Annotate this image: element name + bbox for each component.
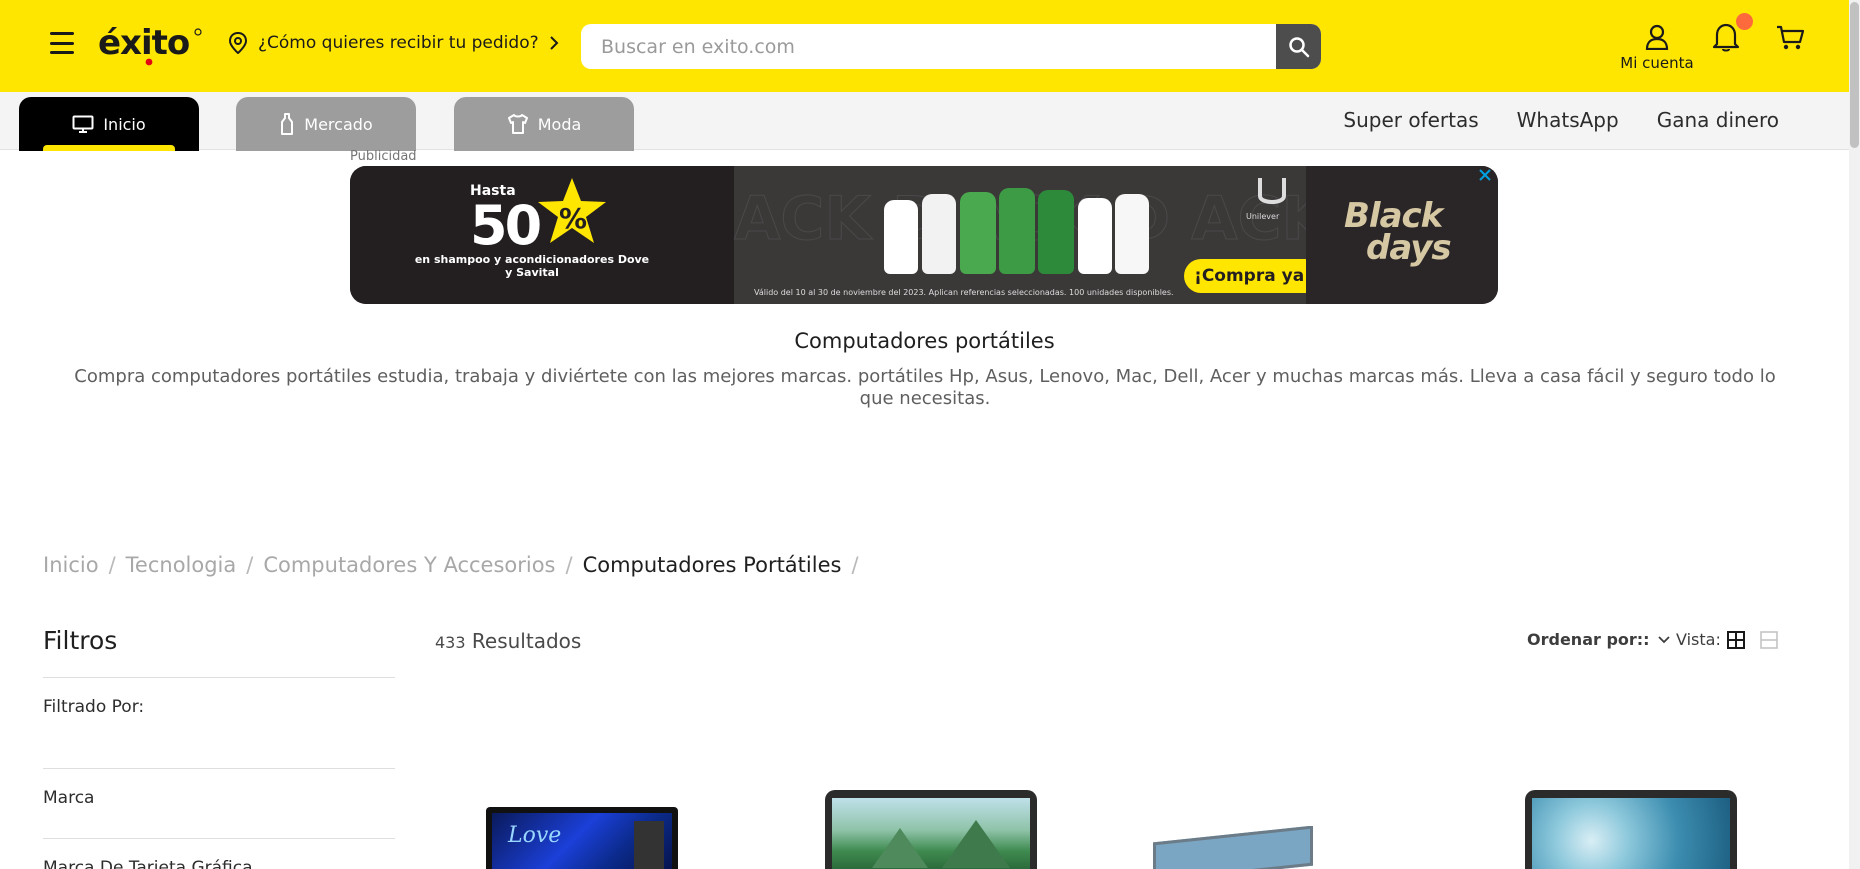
sort-dropdown[interactable]: Ordenar por::: [1527, 630, 1670, 649]
cart-icon[interactable]: [1776, 24, 1804, 52]
ad-campaign: Black days: [1344, 199, 1452, 265]
breadcrumb-separator: /: [108, 553, 116, 577]
laptop-screen: [1532, 798, 1730, 869]
product-card-image[interactable]: Love: [486, 807, 678, 869]
chevron-down-icon: [1657, 635, 1670, 643]
ad-campaign-line2: days: [1366, 228, 1452, 268]
ad-discount: 50: [470, 194, 542, 257]
laptop-screen: [832, 798, 1030, 869]
ad-left-panel: Hasta 50 % en shampoo y acondicionadores…: [350, 166, 734, 304]
filter-marca[interactable]: Marca: [43, 788, 94, 808]
bottle-icon: [281, 113, 294, 135]
ad-banner[interactable]: Hasta 50 % en shampoo y acondicionadores…: [350, 166, 1498, 304]
product-card-image[interactable]: [1153, 826, 1313, 869]
tab-mercado[interactable]: Mercado: [236, 97, 416, 151]
divider: [43, 768, 395, 769]
ad-cta-button[interactable]: ¡Compra ya!: [1184, 259, 1322, 293]
tab-moda[interactable]: Moda: [454, 97, 634, 151]
location-pin-icon: [228, 32, 248, 54]
page-title: Computadores portátiles: [794, 329, 1055, 353]
results-count: 433 Resultados: [435, 629, 581, 653]
ad-campaign-panel: Black days: [1306, 166, 1498, 304]
breadcrumb-separator: /: [246, 553, 254, 577]
logo-text: éxito: [98, 23, 189, 63]
close-icon[interactable]: [1478, 168, 1492, 182]
list-view-icon[interactable]: [1760, 631, 1778, 649]
ad-brand: Unilever: [1246, 212, 1280, 221]
monitor-icon: [72, 115, 94, 133]
category-nav: Inicio Mercado Moda Super ofertas WhatsA…: [0, 92, 1849, 151]
filtered-by-label: Filtrado Por:: [43, 697, 145, 717]
menu-icon[interactable]: [50, 32, 74, 54]
unilever-logo: [1258, 178, 1286, 204]
tab-inicio-label: Inicio: [103, 114, 146, 134]
results-number: 433: [435, 633, 466, 652]
ad-percent: %: [559, 202, 588, 235]
filters-title: Filtros: [43, 626, 118, 655]
search-icon: [1288, 36, 1309, 57]
link-gana-dinero[interactable]: Gana dinero: [1657, 108, 1779, 132]
tab-moda-label: Moda: [537, 114, 582, 134]
breadcrumb-item-inicio[interactable]: Inicio: [43, 553, 99, 577]
screen-artwork: Love: [508, 823, 562, 848]
link-whatsapp[interactable]: WhatsApp: [1517, 108, 1619, 132]
product-bottle: [999, 188, 1035, 274]
bell-icon[interactable]: [1712, 22, 1740, 52]
delivery-selector[interactable]: ¿Cómo quieres recibir tu pedido?: [228, 32, 559, 54]
screen-mountain: [942, 820, 1010, 868]
search-bar: [581, 24, 1321, 69]
ad-text: en shampoo y acondicionadores Dove y Sav…: [414, 253, 650, 279]
notification-badge: [1736, 13, 1753, 30]
breadcrumb-item-computadores-accesorios[interactable]: Computadores Y Accesorios: [263, 553, 555, 577]
ad-legal-text: Válido del 10 al 30 de noviembre del 202…: [754, 288, 1174, 297]
grid-view-icon[interactable]: [1727, 631, 1745, 649]
divider: [43, 838, 395, 839]
nav-links: Super ofertas WhatsApp Gana dinero: [1343, 108, 1779, 132]
account-button[interactable]: Mi cuenta: [1620, 24, 1694, 72]
user-icon: [1645, 24, 1669, 50]
product-card-image[interactable]: [1525, 790, 1737, 869]
laptop-body: [1153, 826, 1313, 869]
link-super-ofertas[interactable]: Super ofertas: [1343, 108, 1478, 132]
laptop-screen: Love: [492, 813, 672, 869]
tab-inicio[interactable]: Inicio: [19, 97, 199, 151]
view-label: Vista:: [1676, 630, 1721, 649]
category-description: Compra computadores portátiles estudia, …: [74, 366, 1776, 409]
screen-mountain: [872, 828, 928, 868]
product-bottle: [884, 200, 918, 274]
divider: [43, 677, 395, 678]
exito-logo[interactable]: éxito: [98, 18, 202, 68]
active-tab-indicator: [43, 145, 175, 151]
sort-label: Ordenar por::: [1527, 630, 1650, 649]
top-header: éxito ¿Cómo quieres recibir tu pedido? M…: [0, 0, 1849, 92]
product-card-image[interactable]: [825, 790, 1037, 869]
product-bottle: [960, 192, 996, 274]
ad-label: Publicidad: [350, 149, 417, 164]
account-label: Mi cuenta: [1620, 54, 1694, 72]
chevron-right-icon: [549, 36, 559, 50]
filter-marca-tarjeta-grafica[interactable]: Marca De Tarjeta Gráfica: [43, 858, 253, 869]
product-bottle: [1115, 194, 1149, 274]
product-bottle: [922, 194, 956, 274]
screen-panel: [634, 821, 664, 869]
delivery-prompt: ¿Cómo quieres recibir tu pedido?: [258, 33, 539, 53]
breadcrumb-separator: /: [565, 553, 573, 577]
scrollbar-thumb[interactable]: [1850, 2, 1859, 148]
breadcrumb-item-current: Computadores Portátiles: [582, 553, 842, 577]
ad-products-panel: ACK D ACK D ACK D Válido del 10 al 30 de…: [734, 166, 1399, 304]
breadcrumb-item-tecnologia[interactable]: Tecnologia: [126, 553, 237, 577]
search-button[interactable]: [1276, 24, 1321, 69]
breadcrumb-separator: /: [851, 553, 859, 577]
results-label: Resultados: [471, 629, 582, 653]
product-bottle: [1078, 198, 1112, 274]
breadcrumb: Inicio / Tecnologia / Computadores Y Acc…: [43, 553, 859, 577]
product-bottle: [1038, 190, 1074, 274]
shirt-icon: [507, 114, 528, 134]
search-input[interactable]: [581, 24, 1276, 69]
tab-mercado-label: Mercado: [304, 114, 373, 134]
